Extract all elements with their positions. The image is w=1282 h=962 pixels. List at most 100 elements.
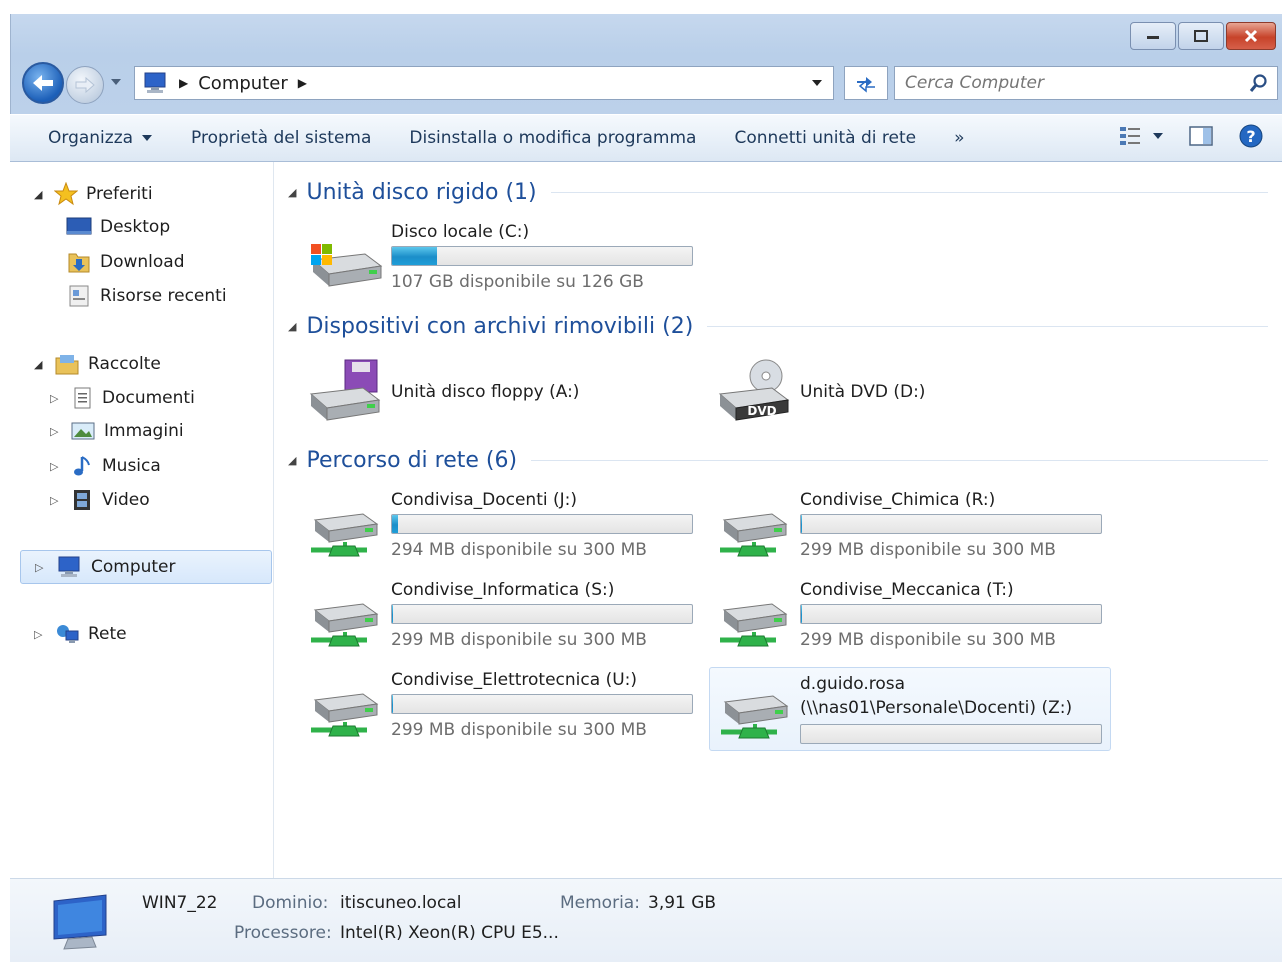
sidebar-item-music[interactable]: ▷ Musica [50, 454, 161, 478]
group-title: Dispositivi con archivi rimovibili (2) [306, 314, 694, 339]
group-divider [707, 326, 1268, 327]
drive-usage-bar [391, 246, 693, 266]
network-drive-icon [311, 513, 379, 557]
help-icon[interactable]: ? [1238, 123, 1264, 149]
download-folder-icon [68, 253, 90, 273]
drive-name: Condivise_Elettrotecnica (U:) [391, 670, 638, 690]
group-network[interactable]: ◢ Percorso di rete (6) [288, 448, 1268, 473]
system-properties-label: Proprietà del sistema [191, 128, 372, 148]
collapsed-triangle-icon[interactable]: ▷ [34, 628, 46, 641]
computer-large-icon [53, 894, 107, 950]
collapsed-triangle-icon[interactable]: ▷ [50, 494, 62, 507]
forward-arrow-icon [75, 76, 95, 94]
domain-value: itiscuneo.local [340, 893, 462, 913]
drive-free-space: 299 MB disponibile su 300 MB [391, 630, 647, 650]
address-dropdown-icon[interactable] [811, 79, 823, 87]
change-view-button[interactable] [1118, 125, 1164, 147]
dvd-drive-icon: DVD [718, 359, 790, 421]
sidebar-item-recent[interactable]: Risorse recenti [66, 284, 227, 308]
drive-usage-fill [392, 515, 398, 533]
group-collapse-icon[interactable]: ◢ [288, 320, 296, 333]
collapsed-triangle-icon[interactable]: ▷ [35, 561, 47, 574]
drive-r[interactable]: Condivise_Chimica (R:) 299 MB disponibil… [686, 490, 1102, 576]
organize-dropdown-icon [142, 135, 153, 141]
forward-button[interactable] [66, 66, 104, 104]
more-commands-label: » [954, 128, 965, 148]
video-icon [74, 490, 90, 510]
maximize-button[interactable] [1178, 22, 1224, 50]
network-drive-icon [721, 695, 789, 739]
drive-u[interactable]: Condivise_Elettrotecnica (U:) 299 MB dis… [277, 670, 693, 756]
sidebar-item-libraries[interactable]: ◢ Raccolte [34, 352, 161, 376]
uninstall-program-button[interactable]: Disinstalla o modifica programma [409, 128, 696, 148]
collapsed-triangle-icon[interactable]: ▷ [50, 425, 62, 438]
processor-label: Processore: [234, 923, 332, 943]
network-drive-icon [720, 603, 788, 647]
sidebar-item-video[interactable]: ▷ Video [50, 488, 150, 512]
drive-c[interactable]: Disco locale (C:) 107 GB disponibile su … [277, 222, 693, 308]
refresh-button[interactable] [844, 66, 888, 100]
drive-d[interactable]: DVD Unità DVD (D:) [686, 359, 1086, 434]
drive-t[interactable]: Condivise_Meccanica (T:) 299 MB disponib… [686, 580, 1102, 666]
back-button[interactable] [22, 62, 64, 104]
sidebar-item-desktop[interactable]: Desktop [66, 216, 170, 238]
expanded-triangle-icon[interactable]: ◢ [34, 358, 46, 371]
preview-pane-icon[interactable] [1188, 125, 1214, 147]
sidebar-item-label: Download [100, 252, 185, 272]
dvd-badge: DVD [747, 404, 776, 418]
network-drive-icon [311, 693, 379, 737]
recent-places-icon [69, 285, 89, 307]
address-bar[interactable]: ▶ Computer ▶ [134, 66, 834, 100]
organize-menu[interactable]: Organizza [48, 128, 153, 148]
breadcrumb-chevron-icon[interactable]: ▶ [298, 76, 307, 90]
group-hard-disks[interactable]: ◢ Unità disco rigido (1) [288, 180, 1268, 205]
sidebar-item-documents[interactable]: ▷ Documenti [50, 386, 195, 410]
map-network-drive-button[interactable]: Connetti unità di rete [734, 128, 916, 148]
minimize-button[interactable] [1130, 22, 1176, 50]
drive-a[interactable]: Unità disco floppy (A:) [277, 359, 677, 434]
collapsed-triangle-icon[interactable]: ▷ [50, 460, 62, 473]
search-input[interactable] [905, 73, 1225, 93]
more-commands-button[interactable]: » [954, 128, 964, 148]
search-box[interactable] [894, 66, 1278, 100]
view-details-icon [1120, 127, 1140, 145]
system-properties-button[interactable]: Proprietà del sistema [191, 128, 371, 148]
collapsed-triangle-icon[interactable]: ▷ [50, 392, 62, 405]
group-collapse-icon[interactable]: ◢ [288, 454, 296, 467]
documents-icon [74, 387, 91, 409]
sidebar-item-favorites[interactable]: ◢ Preferiti [34, 182, 153, 206]
network-icon [57, 625, 79, 643]
refresh-icon [857, 77, 875, 93]
group-title: Percorso di rete (6) [306, 448, 518, 473]
drive-name: Unità disco floppy (A:) [391, 382, 580, 402]
command-bar: Organizza Proprietà del sistema Disinsta… [10, 114, 1282, 162]
sidebar-item-computer[interactable]: ▷ Computer [20, 550, 272, 584]
sidebar-item-download[interactable]: Download [66, 250, 185, 274]
sidebar-item-label: Musica [102, 456, 161, 476]
drive-s[interactable]: Condivise_Informatica (S:) 299 MB dispon… [277, 580, 693, 666]
domain-label: Dominio: [252, 893, 329, 913]
sidebar-item-network[interactable]: ▷ Rete [34, 622, 127, 646]
expanded-triangle-icon[interactable]: ◢ [34, 188, 46, 201]
history-dropdown-icon[interactable] [110, 78, 122, 86]
drive-name: Disco locale (C:) [391, 222, 530, 242]
group-title: Unità disco rigido (1) [306, 180, 537, 205]
sidebar-item-label: Video [102, 490, 150, 510]
drive-name: d.guido.rosa [800, 674, 906, 694]
sidebar-item-pictures[interactable]: ▷ Immagini [50, 420, 184, 442]
group-collapse-icon[interactable]: ◢ [288, 186, 296, 199]
back-arrow-icon [33, 75, 53, 91]
network-drive-icon [720, 513, 788, 557]
close-button[interactable] [1226, 22, 1276, 50]
drive-free-space: 299 MB disponibile su 300 MB [391, 720, 647, 740]
drive-free-space: 294 MB disponibile su 300 MB [391, 540, 647, 560]
drive-usage-bar [800, 604, 1102, 624]
search-icon[interactable] [1249, 73, 1269, 93]
drive-z[interactable]: d.guido.rosa (\\nas01\Personale\Docenti)… [709, 667, 1111, 751]
breadcrumb-computer[interactable]: Computer [198, 73, 287, 94]
drive-usage-fill [801, 515, 802, 533]
drive-j[interactable]: Condivisa_Docenti (J:) 294 MB disponibil… [277, 490, 693, 576]
drive-usage-fill [392, 247, 437, 265]
drive-free-space: 107 GB disponibile su 126 GB [391, 272, 644, 292]
group-removable[interactable]: ◢ Dispositivi con archivi rimovibili (2) [288, 314, 1268, 339]
